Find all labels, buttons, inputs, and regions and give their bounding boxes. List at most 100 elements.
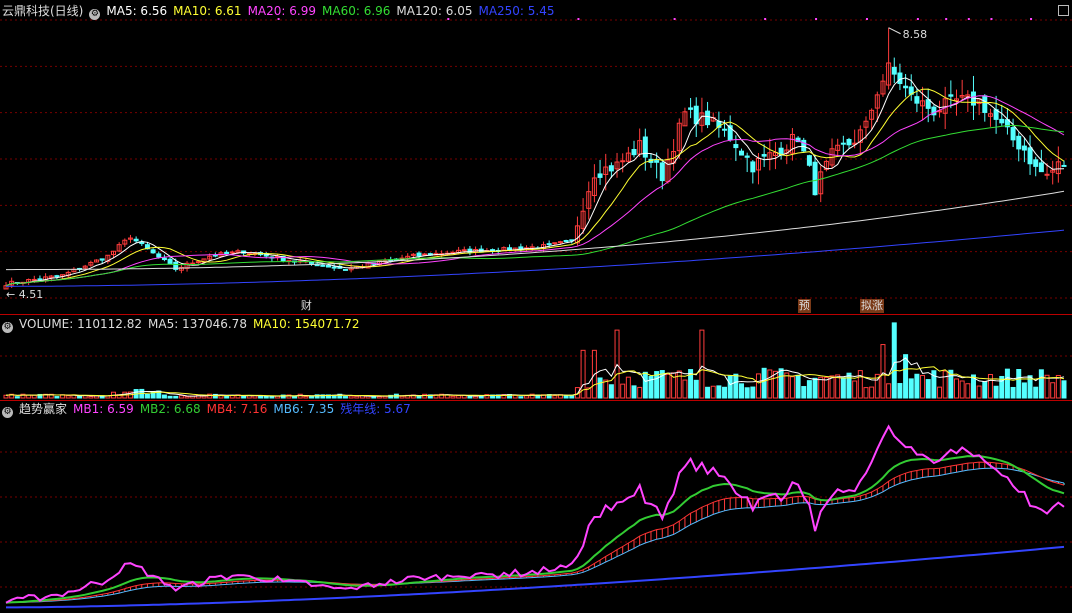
settings-icon[interactable]: ⚙ bbox=[2, 407, 13, 418]
candle-body bbox=[1061, 164, 1067, 167]
ma20-line bbox=[5, 95, 1065, 287]
volume-bar bbox=[733, 373, 739, 399]
volume-bar bbox=[77, 395, 83, 399]
maximize-icon[interactable] bbox=[1058, 5, 1069, 16]
candle-body bbox=[1021, 145, 1027, 151]
volume-bar bbox=[167, 395, 173, 399]
candle-body bbox=[620, 160, 626, 163]
volume-bar bbox=[450, 395, 456, 399]
volume-bar bbox=[699, 329, 705, 399]
candle-body bbox=[744, 155, 750, 158]
candle-body bbox=[557, 241, 563, 244]
candle-body bbox=[546, 243, 552, 246]
settings-icon[interactable]: ⚙ bbox=[89, 9, 101, 20]
candle-body bbox=[761, 154, 767, 157]
volume-bar bbox=[342, 396, 348, 399]
candle-body bbox=[846, 139, 852, 146]
event-marker[interactable]: 预 bbox=[797, 299, 811, 313]
candle-body bbox=[563, 240, 569, 243]
candle-body bbox=[190, 262, 196, 265]
candle-body bbox=[903, 85, 909, 89]
signal-dot bbox=[673, 18, 676, 20]
volume-bar bbox=[795, 374, 801, 399]
volume-bar bbox=[925, 379, 931, 399]
volume-bar bbox=[309, 395, 315, 399]
volume-bar bbox=[292, 396, 298, 399]
volume-bar bbox=[705, 386, 711, 399]
ma-label-5: MA250: 5.45 bbox=[478, 4, 555, 18]
signal-dot bbox=[945, 18, 948, 20]
volume-bar bbox=[987, 374, 993, 399]
candle-body bbox=[642, 136, 648, 158]
candle-body bbox=[37, 278, 43, 281]
trend-label-3: MB6: 7.35 bbox=[273, 402, 335, 416]
volume-bar bbox=[518, 396, 524, 399]
volume-bar bbox=[965, 383, 971, 399]
event-marker[interactable]: 财 bbox=[300, 299, 313, 313]
volume-bar bbox=[829, 375, 835, 399]
volume-bar bbox=[524, 395, 530, 399]
volume-bar bbox=[852, 380, 858, 399]
candle-body bbox=[739, 150, 745, 156]
volume-bar bbox=[31, 394, 37, 399]
candle-body bbox=[133, 238, 139, 242]
volume-bar bbox=[1055, 374, 1061, 399]
volume-bar bbox=[914, 373, 920, 399]
vol-label-2: MA10: 154071.72 bbox=[252, 317, 360, 331]
signal-dot bbox=[1030, 18, 1033, 20]
volume-bar bbox=[642, 371, 648, 399]
candle-body bbox=[897, 72, 903, 85]
volume-bar bbox=[54, 396, 60, 399]
volume-bar bbox=[806, 380, 812, 399]
high-pointer bbox=[888, 27, 901, 35]
ma-label-2: MA20: 6.99 bbox=[247, 4, 316, 18]
volume-bar bbox=[665, 373, 671, 399]
volume-bar bbox=[473, 395, 479, 399]
candle-body bbox=[320, 264, 326, 267]
volume-bar bbox=[456, 395, 462, 399]
volume-bar bbox=[625, 376, 631, 399]
kline-chart: 8.58 ← 4.51 云鼎科技(日线) ⚙ MA5: 6.56 MA10: 6.61 M… bbox=[0, 0, 1072, 613]
volume-bar bbox=[252, 395, 258, 399]
trend-label-2: MB4: 7.16 bbox=[206, 402, 268, 416]
candle-body bbox=[733, 144, 739, 149]
ma-label-4: MA120: 6.05 bbox=[396, 4, 473, 18]
settings-icon[interactable]: ⚙ bbox=[2, 322, 13, 333]
candle-body bbox=[914, 96, 920, 104]
candle-body bbox=[461, 249, 467, 252]
volume-bar bbox=[416, 395, 422, 399]
volume-bar bbox=[993, 385, 999, 399]
candle-body bbox=[167, 258, 173, 264]
volume-bar bbox=[823, 376, 829, 399]
volume-bar bbox=[173, 395, 179, 399]
volume-bar bbox=[982, 381, 988, 399]
volume-bar bbox=[1004, 368, 1010, 399]
candle-body bbox=[99, 258, 105, 261]
volume-bar bbox=[1061, 380, 1067, 399]
candle-body bbox=[891, 66, 897, 75]
candle-body bbox=[812, 161, 818, 196]
volume-bar bbox=[903, 354, 909, 399]
volume-bar bbox=[467, 395, 473, 399]
volume-bar bbox=[937, 386, 943, 399]
event-marker[interactable]: 拟涨 bbox=[859, 299, 884, 313]
candle-body bbox=[161, 257, 167, 261]
candle-body bbox=[1027, 147, 1033, 165]
candle-body bbox=[54, 275, 60, 278]
candle-body bbox=[1016, 135, 1022, 150]
trend-label-1: MB2: 6.68 bbox=[139, 402, 201, 416]
volume-bar bbox=[761, 367, 767, 399]
candle-body bbox=[1044, 173, 1050, 176]
volume-bar bbox=[348, 395, 354, 399]
candle-body bbox=[659, 162, 665, 182]
candle-body bbox=[229, 251, 235, 254]
volume-bar bbox=[422, 393, 428, 399]
volume-bar bbox=[241, 395, 247, 399]
volume-bar bbox=[269, 396, 275, 399]
volume-bar bbox=[857, 370, 863, 399]
volume-bar bbox=[184, 396, 190, 399]
candle-body bbox=[705, 110, 711, 126]
volume-bar bbox=[14, 396, 20, 399]
price-panel: 8.58 ← 4.51 bbox=[0, 18, 1072, 301]
candle-body bbox=[982, 95, 988, 113]
